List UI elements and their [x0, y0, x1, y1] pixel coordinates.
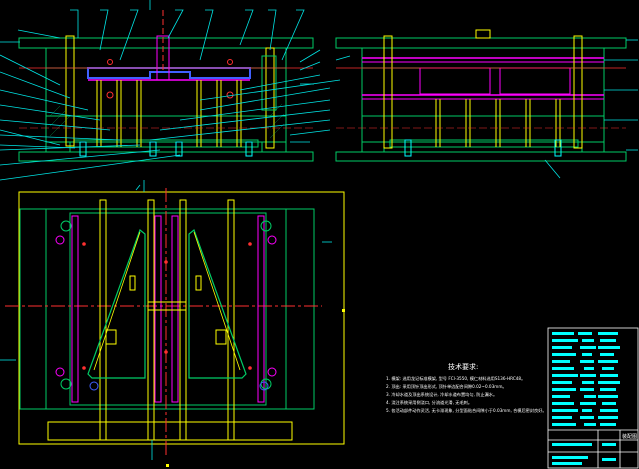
technical-notes: 技术要求: 1. 模架: 选用龙记标准模架, 型号 FCI-3550, 模仁材料… — [386, 362, 547, 414]
cad-drawing-canvas: 技术要求: 1. 模架: 选用龙记标准模架, 型号 FCI-3550, 模仁材料… — [0, 0, 639, 469]
ejector-pins — [96, 80, 242, 147]
guide-pillar-left — [65, 35, 75, 147]
side-section-view — [335, 29, 638, 179]
balloon-leaders-right — [149, 49, 341, 150]
side-sprue — [475, 29, 491, 39]
cavity-plate — [45, 47, 287, 69]
note-line-4: 4. 浇注系统采用侧浇口, 分流道光滑, 无毛刺。 — [386, 399, 472, 406]
side-pins — [383, 35, 583, 149]
side-bottom-clamp — [335, 151, 627, 162]
note-line-3: 3. 冷却水道及顶出系统设计, 冷却水道布置均匀, 防止漏水。 — [386, 391, 497, 398]
balloon-leaders-top — [70, 0, 305, 61]
note-line-2: 2. 顶出: 采用顶针顶出形式, 顶针单边配合间隙0.02~0.03mm。 — [386, 383, 507, 390]
parts-list-rows — [552, 332, 620, 465]
balloon-leaders-left — [0, 29, 181, 181]
note-line-5: 5. 各活动部件动作灵活, 无卡滞现象, 分型面贴合间隙小于0.03mm, 合模… — [386, 407, 547, 414]
bottom-clamp-plate — [18, 151, 314, 162]
title-block — [547, 327, 639, 469]
socket-screws — [79, 141, 253, 157]
notes-title: 技术要求: — [448, 362, 478, 371]
ejector-rails — [99, 199, 235, 441]
part-outline-right — [188, 229, 247, 379]
top-clamp-plate — [18, 37, 314, 49]
plan-view — [0, 180, 345, 467]
ejector-plate — [73, 139, 259, 148]
titleblock-label: 装配图 — [622, 433, 637, 440]
plan-outer-frame — [18, 191, 345, 445]
note-line-1: 1. 模架: 选用龙记标准模架, 型号 FCI-3550, 模仁材料选用S136… — [386, 375, 525, 382]
side-core-plate — [361, 67, 605, 117]
part-outline-left — [87, 229, 146, 379]
side-support-plate — [361, 115, 605, 143]
